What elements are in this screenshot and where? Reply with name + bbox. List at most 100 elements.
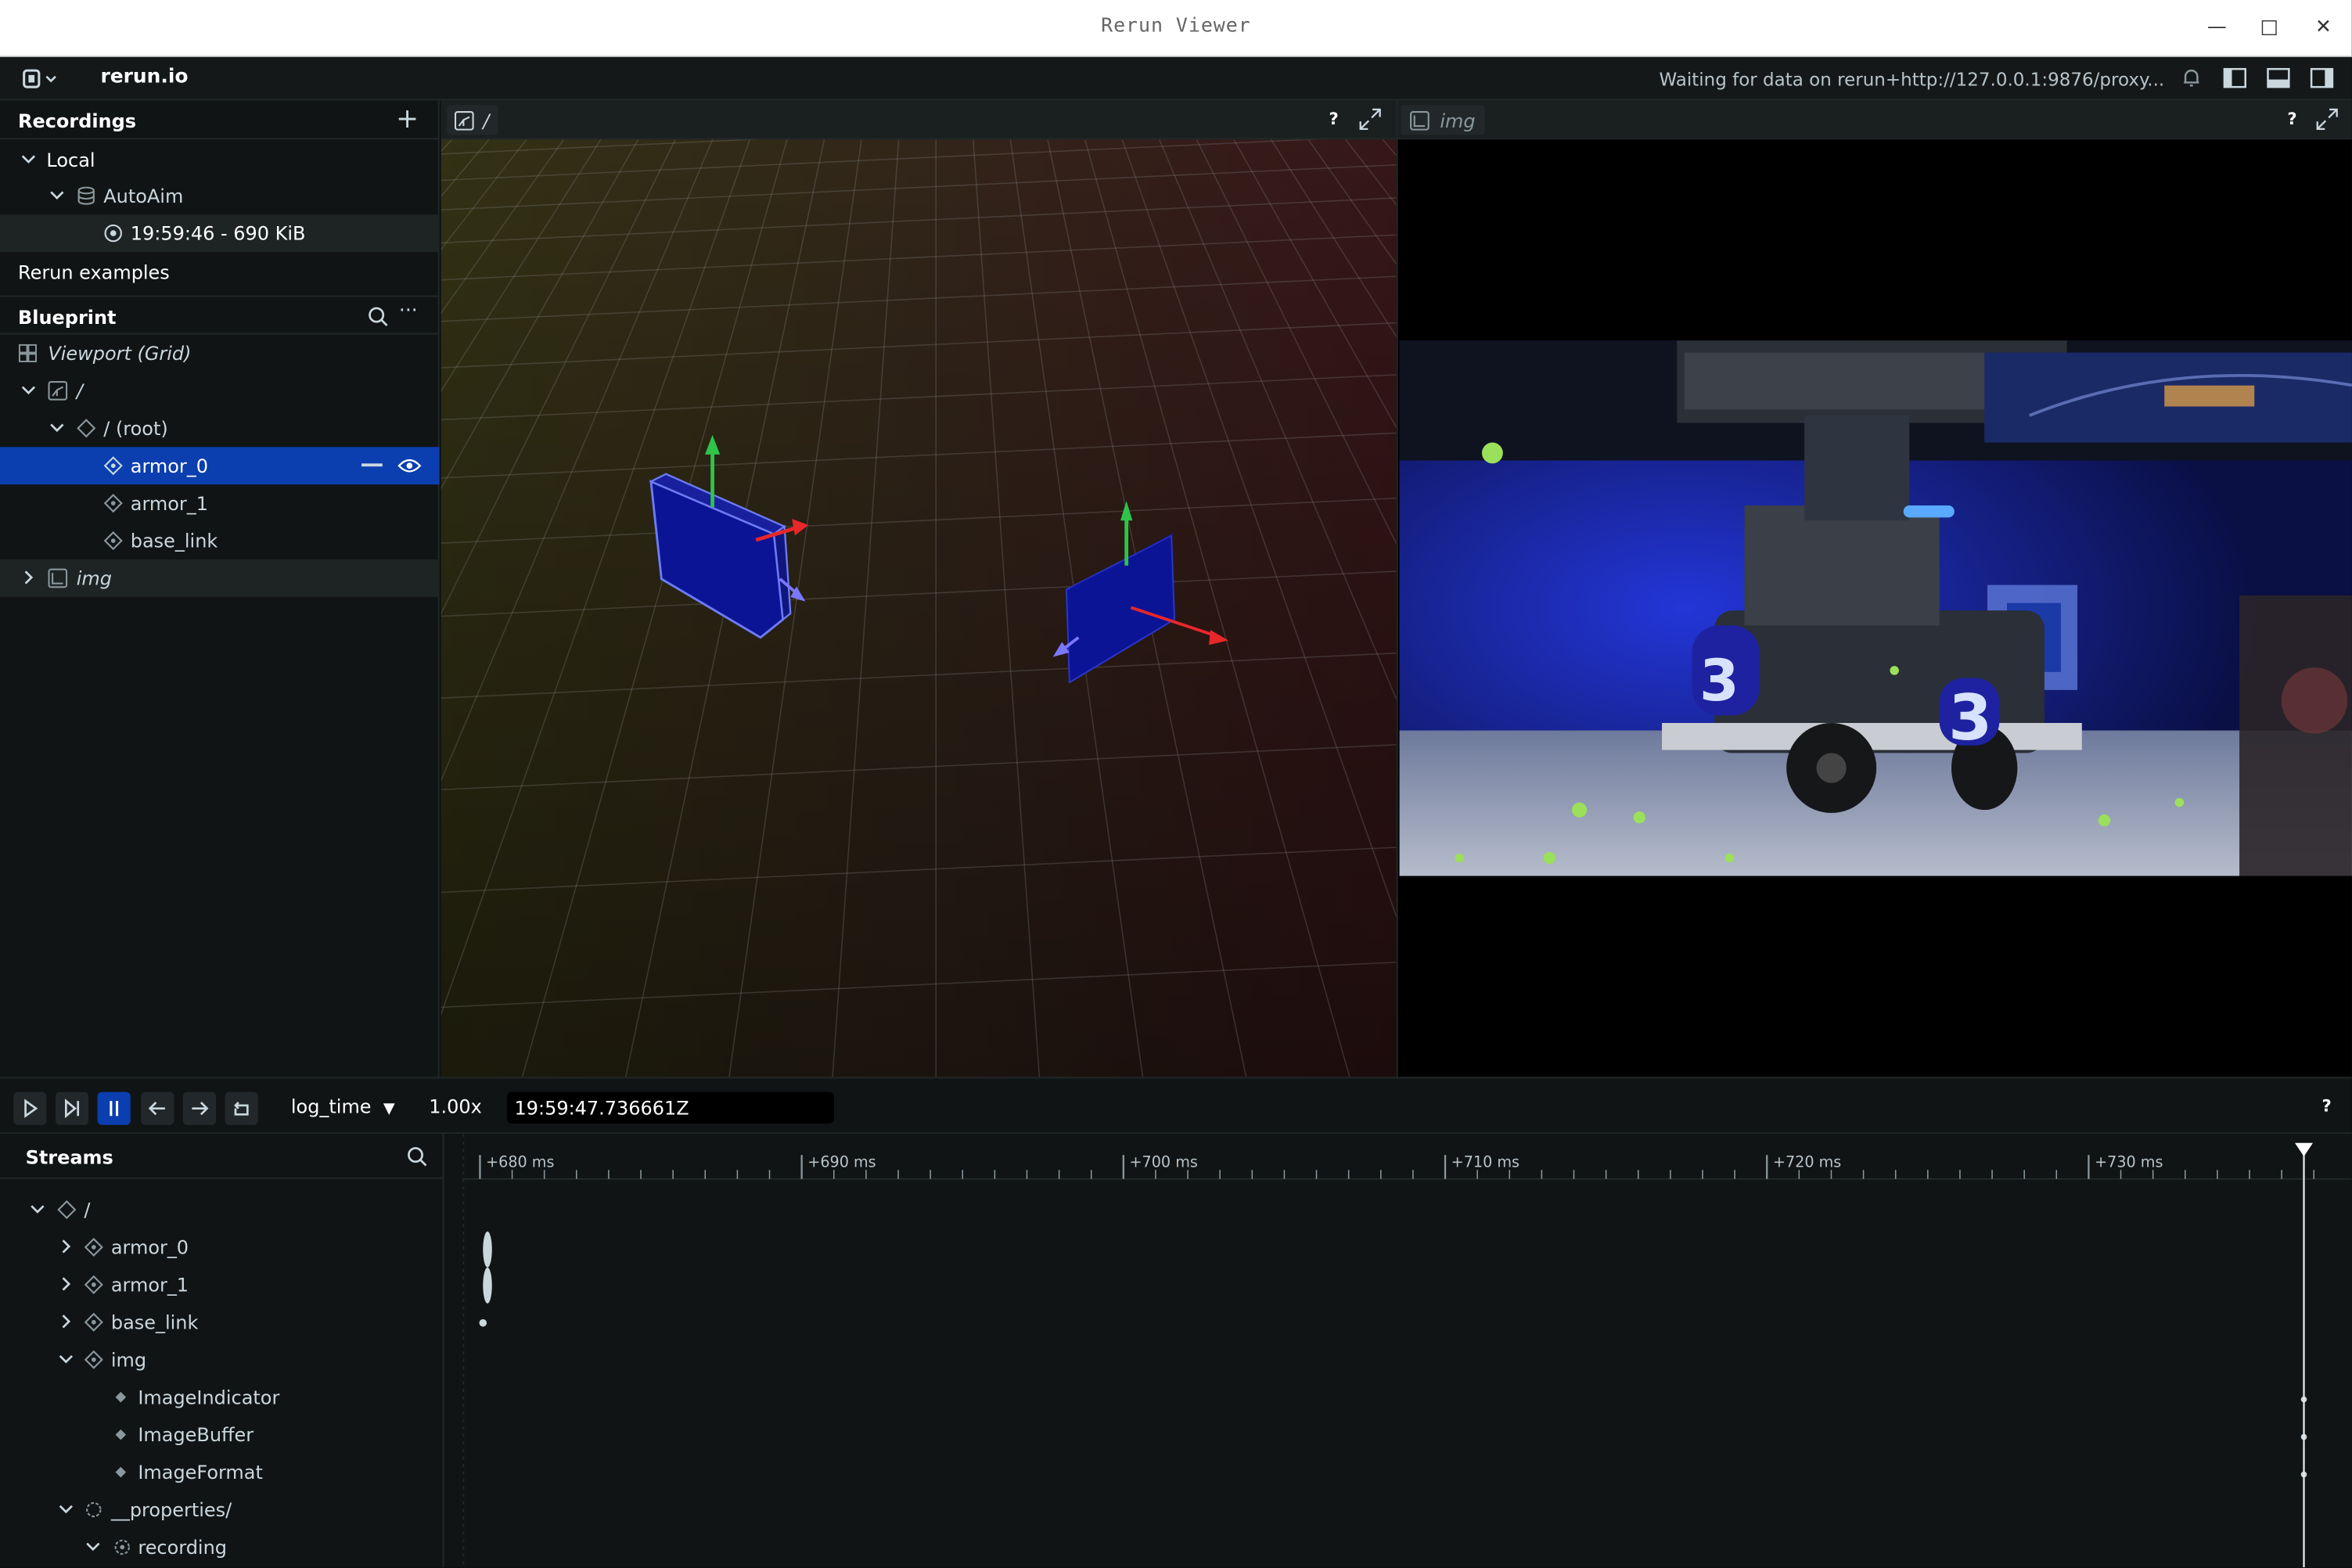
- help-icon[interactable]: ?: [1329, 110, 1338, 129]
- time-cursor[interactable]: [2295, 1142, 2314, 1568]
- timeline-area[interactable]: +680 ms +690 ms +700 ms +710 ms +720 ms +730 …: [462, 1134, 2352, 1568]
- close-icon[interactable]: ✕: [2307, 12, 2339, 45]
- recording-item[interactable]: 19:59:46 - 690 KiB: [0, 214, 440, 253]
- blueprint-title: Blueprint: [18, 306, 117, 329]
- stream-base-link[interactable]: base_link: [0, 1304, 440, 1341]
- gear-icon: [114, 1539, 130, 1555]
- stream-properties[interactable]: __properties/: [0, 1491, 440, 1528]
- help-icon[interactable]: ?: [2322, 1096, 2332, 1116]
- ruler-tick-label: +710 ms: [1451, 1153, 1519, 1171]
- entity-item-base-link[interactable]: base_link: [0, 522, 440, 559]
- stream-root[interactable]: /: [0, 1191, 440, 1228]
- stream-label: /: [84, 1198, 91, 1221]
- chevron-down-icon[interactable]: [57, 1498, 75, 1519]
- loop-button[interactable]: [225, 1091, 258, 1125]
- viewport-item[interactable]: Viewport (Grid): [0, 334, 440, 372]
- view3d-item[interactable]: /: [0, 372, 440, 409]
- remove-icon[interactable]: [361, 463, 383, 467]
- stream-armor-1[interactable]: armor_1: [0, 1266, 440, 1304]
- image-view[interactable]: 3 3: [1396, 139, 2352, 1077]
- local-group[interactable]: Local: [0, 141, 440, 178]
- help-icon[interactable]: ?: [2287, 110, 2296, 129]
- root-item[interactable]: / (root): [0, 409, 440, 447]
- stream-label: armor_1: [110, 1273, 189, 1296]
- timeline-canvas[interactable]: +680 ms +690 ms +700 ms +710 ms +720 ms +730 …: [462, 1134, 2352, 1568]
- chevron-down-icon[interactable]: [84, 1536, 102, 1557]
- eye-icon[interactable]: [397, 458, 422, 474]
- entity-item-armor-0[interactable]: armor_0: [0, 447, 440, 485]
- chevron-right-icon[interactable]: [57, 1236, 75, 1257]
- rerun-examples-link[interactable]: Rerun examples: [0, 254, 440, 291]
- entity-item-armor-1[interactable]: armor_1: [0, 484, 440, 522]
- minimize-icon[interactable]: —: [2200, 12, 2233, 45]
- window-titlebar: Rerun Viewer — □ ✕: [0, 0, 2352, 57]
- timeline-selector[interactable]: log_time ▼: [291, 1095, 395, 1117]
- bell-icon[interactable]: [2179, 67, 2203, 88]
- step-back-button[interactable]: [141, 1091, 174, 1125]
- app-item-autoaim[interactable]: AutoAim: [0, 177, 440, 214]
- img-view-label: img: [76, 566, 112, 590]
- stream-component-image-buffer[interactable]: ImageBuffer: [0, 1416, 440, 1454]
- toggle-left-panel-icon[interactable]: [2223, 67, 2247, 88]
- pause-icon: [110, 1101, 119, 1117]
- scene-3d[interactable]: [441, 139, 1397, 1077]
- spatial-3d-view[interactable]: [441, 139, 1397, 1077]
- play-button[interactable]: [13, 1091, 47, 1125]
- stream-armor-0[interactable]: armor_0: [0, 1228, 440, 1266]
- camera-image[interactable]: 3 3: [1399, 340, 2352, 876]
- streams-header: Streams: [0, 1134, 444, 1179]
- recordings-header: Recordings +: [0, 100, 440, 140]
- tab-view3d[interactable]: /: [447, 105, 498, 135]
- stream-component-image-format[interactable]: ImageFormat: [0, 1454, 440, 1491]
- ruler-tick-label: +680 ms: [486, 1153, 554, 1171]
- tab-label: img: [1440, 109, 1476, 132]
- rerun-logo-icon[interactable]: [21, 66, 60, 92]
- maximize-icon[interactable]: □: [2253, 12, 2285, 45]
- chevron-down-icon[interactable]: [20, 149, 38, 170]
- current-time-field[interactable]: 19:59:47.736661Z: [506, 1091, 834, 1124]
- toggle-bottom-panel-icon[interactable]: [2267, 67, 2291, 88]
- view3d-label: /: [76, 379, 83, 402]
- brand-link[interactable]: rerun.io: [100, 66, 188, 88]
- img-view-item[interactable]: img: [0, 559, 440, 597]
- chevron-down-icon[interactable]: [28, 1199, 46, 1220]
- entity-label: armor_0: [130, 454, 208, 477]
- maximize-view-icon[interactable]: [1359, 108, 1382, 131]
- add-recording-icon[interactable]: +: [396, 103, 419, 135]
- ruler-tick-label: +730 ms: [2095, 1153, 2163, 1171]
- database-icon: [77, 186, 95, 205]
- gear-icon: [86, 1501, 102, 1518]
- view-3d-icon: [454, 110, 474, 131]
- more-options-icon[interactable]: ···: [399, 300, 418, 322]
- chevron-right-icon[interactable]: [57, 1274, 75, 1295]
- chevron-down-icon[interactable]: [57, 1348, 75, 1369]
- app-name: AutoAim: [103, 184, 184, 207]
- step-next-button[interactable]: [182, 1091, 217, 1125]
- play-icon: [24, 1099, 38, 1118]
- entity-icon: [103, 494, 123, 513]
- streams-title: Streams: [25, 1145, 113, 1169]
- stream-img[interactable]: img: [0, 1341, 440, 1379]
- ruler-tick-label: +720 ms: [1773, 1153, 1841, 1171]
- search-icon[interactable]: [407, 1146, 428, 1167]
- chevron-right-icon[interactable]: [20, 567, 38, 588]
- toggle-right-panel-icon[interactable]: [2310, 67, 2334, 88]
- chevron-right-icon[interactable]: [57, 1311, 75, 1332]
- maximize-view-icon[interactable]: [2316, 108, 2339, 131]
- view-2d-icon: [48, 568, 68, 588]
- chevron-down-icon[interactable]: [48, 417, 66, 438]
- search-icon[interactable]: [368, 306, 389, 327]
- stream-recording[interactable]: recording: [0, 1528, 440, 1566]
- tab-img[interactable]: img: [1401, 105, 1485, 135]
- chevron-down-icon[interactable]: [48, 185, 66, 206]
- dropdown-icon: ▼: [383, 1101, 395, 1118]
- viewport-label: Viewport (Grid): [48, 342, 192, 365]
- playback-speed[interactable]: 1.00x: [429, 1095, 482, 1117]
- chevron-down-icon[interactable]: [20, 379, 38, 401]
- blueprint-header: Blueprint ···: [0, 295, 440, 335]
- step-forward-button[interactable]: [55, 1091, 89, 1125]
- time-ruler: +680 ms +690 ms +700 ms +710 ms +720 ms +730 …: [479, 1153, 2315, 1179]
- rerun-examples-label: Rerun examples: [18, 261, 170, 284]
- stream-component-image-indicator[interactable]: ImageIndicator: [0, 1379, 440, 1416]
- pause-button[interactable]: [97, 1091, 131, 1125]
